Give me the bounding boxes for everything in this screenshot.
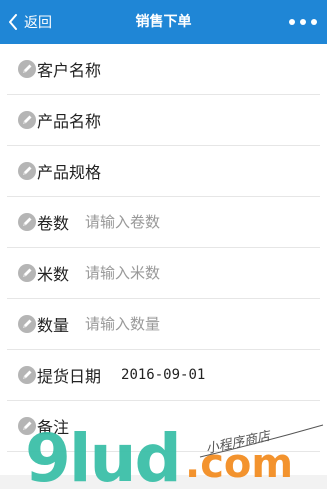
meters-label: 米数 bbox=[37, 265, 70, 284]
pickup-date-label: 提货日期 bbox=[37, 367, 102, 386]
pencil-icon bbox=[18, 213, 36, 231]
product-name-row[interactable]: 产品名称 bbox=[7, 95, 320, 146]
remarks-row[interactable]: 备注 bbox=[7, 401, 320, 452]
chevron-left-icon bbox=[9, 14, 17, 30]
remarks-label: 备注 bbox=[37, 418, 70, 437]
pickup-date-row: 提货日期 2016-09-01 bbox=[7, 350, 320, 401]
meters-row: 米数 bbox=[7, 248, 320, 299]
back-button[interactable]: 返回 bbox=[8, 0, 52, 44]
more-dot-icon bbox=[311, 19, 317, 25]
pencil-icon bbox=[18, 417, 36, 435]
customer-name-row[interactable]: 客户名称 bbox=[7, 44, 320, 95]
more-button[interactable] bbox=[284, 0, 317, 44]
rolls-input[interactable] bbox=[85, 213, 236, 231]
sales-order-screen: 返回 销售下单 客户名称 产品名称 产品规格 卷数 请输入卷数 米数 请输入米数… bbox=[0, 0, 327, 489]
bottom-bar bbox=[0, 475, 327, 489]
more-dot-icon bbox=[289, 19, 295, 25]
back-label: 返回 bbox=[24, 15, 52, 31]
more-dot-icon bbox=[300, 19, 306, 25]
meters-input[interactable] bbox=[85, 264, 236, 282]
pencil-icon bbox=[18, 60, 36, 78]
order-form: 客户名称 产品名称 产品规格 卷数 米数 bbox=[0, 44, 327, 452]
quantity-label: 数量 bbox=[37, 316, 70, 335]
pencil-icon bbox=[18, 162, 36, 180]
navbar: 返回 销售下单 bbox=[0, 0, 327, 44]
quantity-row: 数量 bbox=[7, 299, 320, 350]
pencil-icon bbox=[18, 111, 36, 129]
rolls-label: 卷数 bbox=[37, 214, 70, 233]
quantity-input[interactable] bbox=[85, 315, 236, 333]
pencil-icon bbox=[18, 264, 36, 282]
rolls-row: 卷数 bbox=[7, 197, 320, 248]
product-name-label: 产品名称 bbox=[37, 112, 102, 131]
pickup-date-picker[interactable]: 2016-09-01 bbox=[121, 367, 205, 383]
pencil-icon bbox=[18, 315, 36, 333]
product-spec-label: 产品规格 bbox=[37, 163, 102, 182]
product-spec-row[interactable]: 产品规格 bbox=[7, 146, 320, 197]
pencil-icon bbox=[18, 366, 36, 384]
customer-name-label: 客户名称 bbox=[37, 61, 102, 80]
